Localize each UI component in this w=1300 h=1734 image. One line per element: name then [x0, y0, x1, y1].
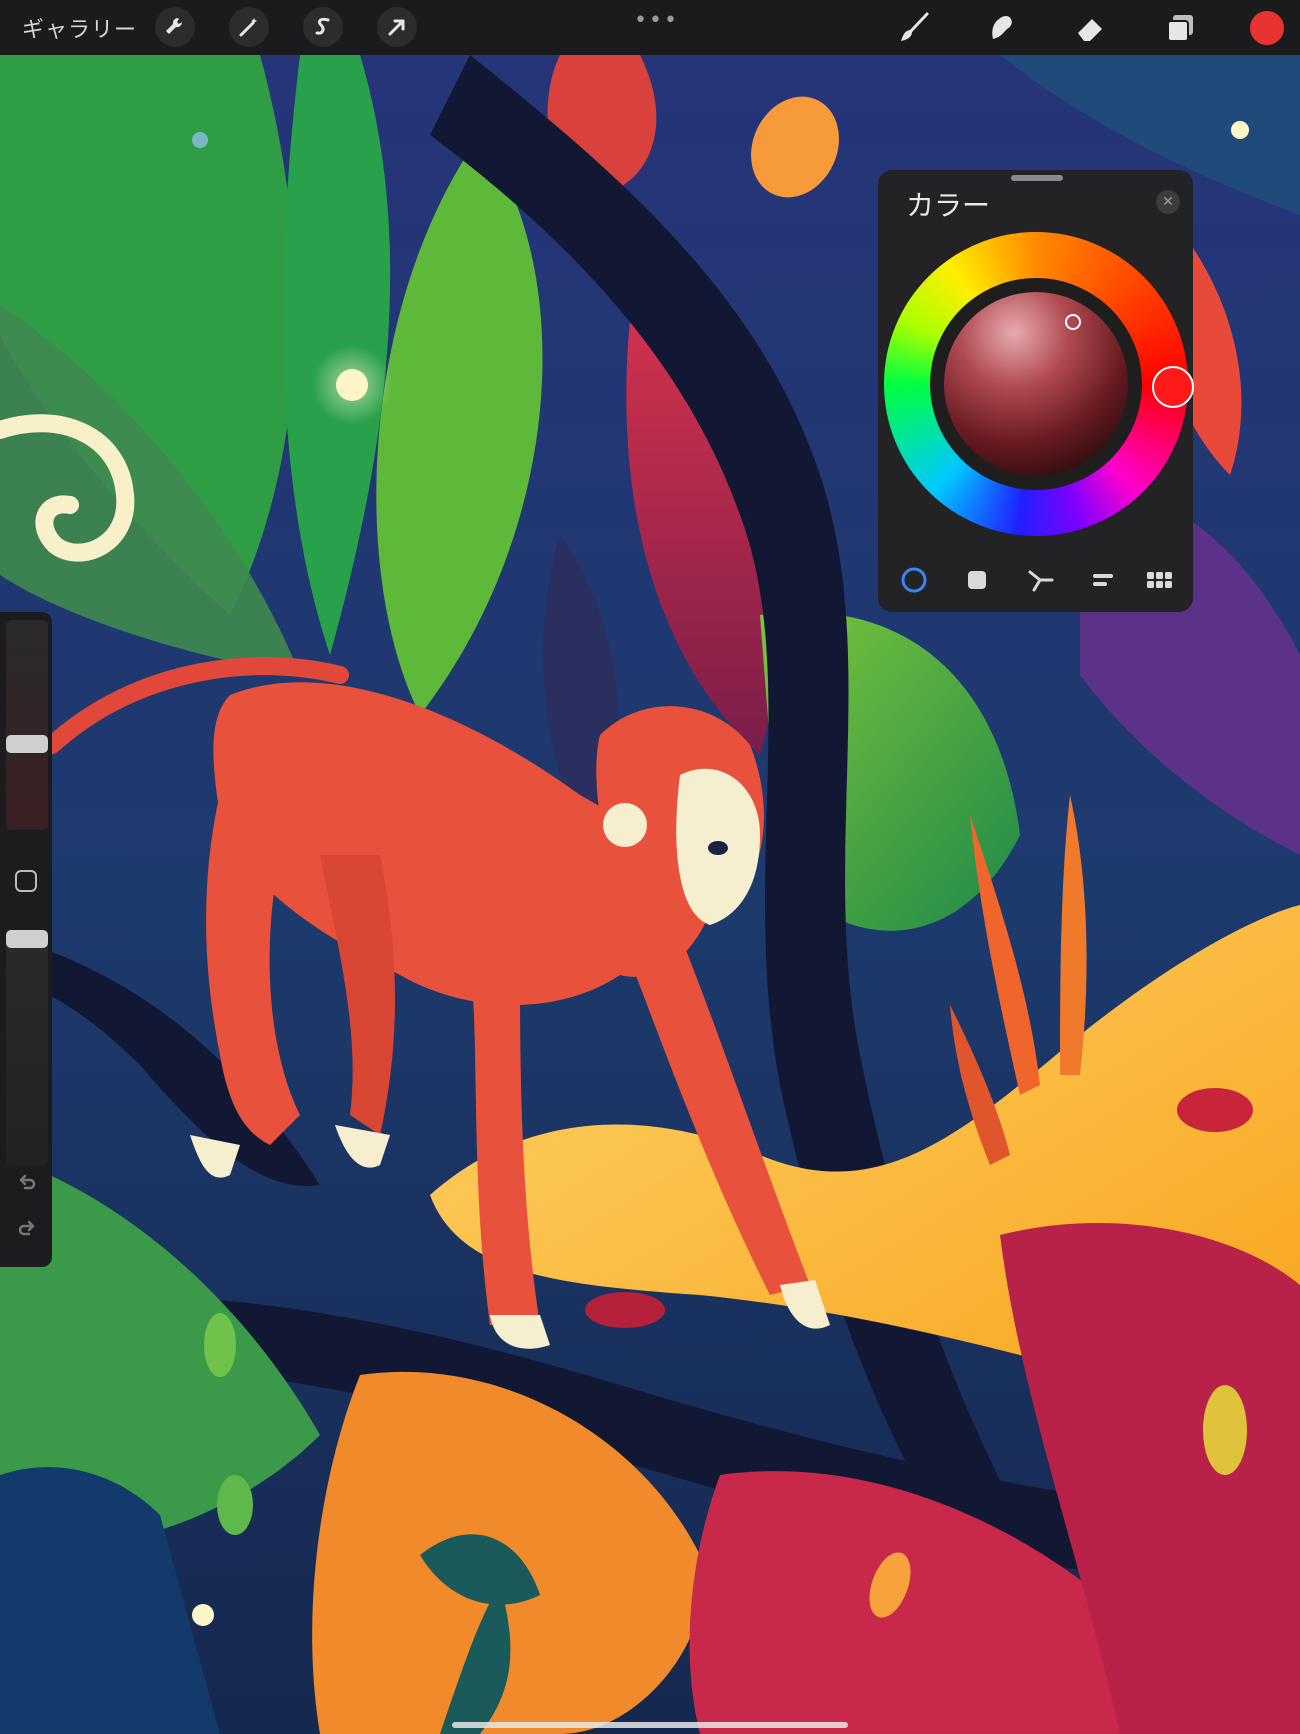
top-toolbar: ギャラリー ••• [0, 0, 1300, 55]
transform-button[interactable] [377, 7, 417, 47]
harmony-mode-icon [1028, 570, 1054, 592]
close-button[interactable]: ✕ [1156, 190, 1180, 214]
color-panel-title: カラー [906, 189, 991, 222]
actions-button[interactable] [155, 7, 195, 47]
redo-icon [18, 1220, 35, 1236]
selection-button[interactable] [303, 7, 343, 47]
opacity-thumb[interactable] [6, 930, 48, 948]
more-menu-dots[interactable]: ••• [634, 8, 679, 33]
adjustments-button[interactable] [229, 7, 269, 47]
hue-marker[interactable] [1152, 366, 1194, 408]
brush-icon [901, 12, 929, 41]
transform-arrow-icon [388, 19, 405, 36]
undo-icon [19, 1174, 36, 1190]
procreate-app: ギャラリー ••• カラー ✕ [0, 0, 1300, 1734]
home-indicator[interactable] [452, 1722, 848, 1728]
saturation-brightness-disc[interactable] [944, 292, 1128, 476]
close-icon: ✕ [1162, 194, 1174, 210]
layers-button[interactable] [1162, 10, 1198, 46]
harmony-tab[interactable] [1022, 562, 1058, 598]
smudge-tool-button[interactable] [984, 10, 1020, 46]
brush-tool-button[interactable] [896, 10, 932, 46]
color-panel: カラー ✕ [878, 170, 1194, 612]
eraser-icon [1078, 19, 1102, 41]
side-bar [0, 612, 52, 1267]
selection-s-icon [315, 17, 330, 35]
undo-button[interactable] [13, 1168, 41, 1196]
brush-size-slider[interactable] [6, 620, 48, 830]
eraser-tool-button[interactable] [1073, 10, 1109, 46]
disc-mode-icon [901, 567, 927, 593]
opacity-slider[interactable] [6, 930, 48, 1166]
saturation-marker[interactable] [1065, 314, 1081, 330]
magic-wand-icon [239, 18, 257, 37]
palettes-tab[interactable] [1142, 562, 1178, 598]
panel-grab-handle[interactable] [1011, 175, 1063, 181]
redo-button[interactable] [13, 1214, 41, 1242]
layers-icon [1167, 15, 1193, 42]
disc-tab[interactable] [896, 562, 932, 598]
smudge-icon [992, 16, 1012, 39]
color-disc[interactable] [884, 232, 1194, 536]
classic-tab[interactable] [959, 562, 995, 598]
classic-mode-icon [968, 571, 986, 589]
gallery-button[interactable]: ギャラリー [22, 12, 137, 44]
palettes-grid-icon [1147, 572, 1172, 588]
color-mode-tabs [896, 562, 1178, 598]
wrench-icon [166, 17, 183, 34]
current-color-button[interactable] [1250, 11, 1284, 45]
modify-button[interactable] [15, 870, 37, 892]
brush-size-thumb[interactable] [6, 735, 48, 754]
value-mode-icon [1093, 574, 1113, 586]
value-tab[interactable] [1085, 562, 1121, 598]
